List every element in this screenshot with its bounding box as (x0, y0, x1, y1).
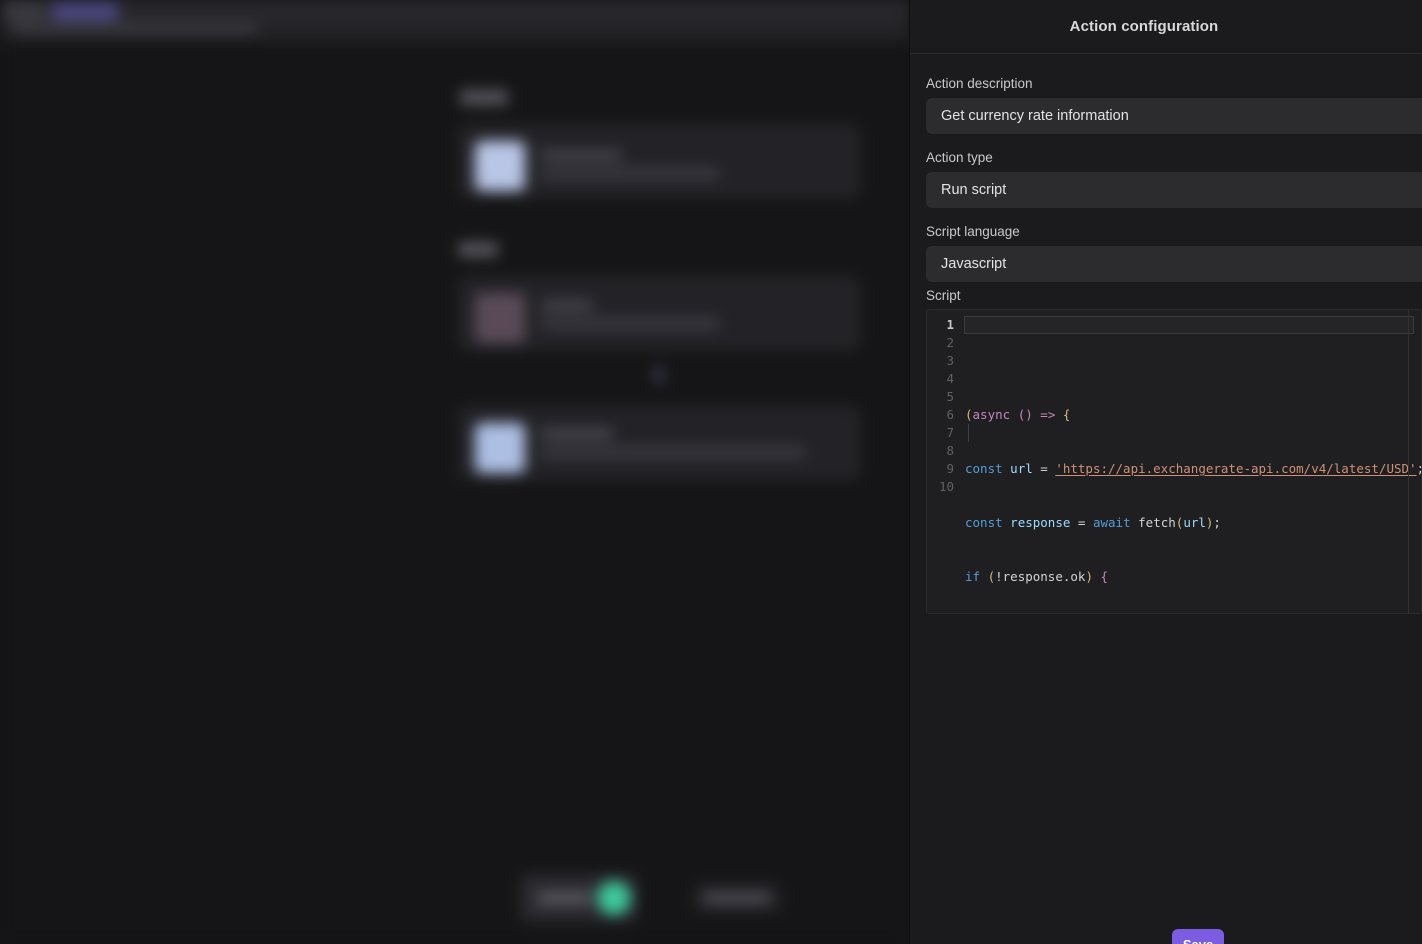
panel-body: Action description Get currency rate inf… (910, 54, 1422, 614)
background-breadcrumb (12, 24, 258, 33)
background-button-label (704, 892, 770, 904)
line-number: 1 (946, 317, 954, 332)
background-section-heading (460, 90, 508, 105)
background-card (458, 124, 860, 198)
action-configuration-panel: Action configuration Action description … (910, 0, 1422, 944)
background-card-icon (475, 141, 525, 191)
script-language-label: Script language (926, 224, 1020, 239)
code-line: const response = await fetch(url); (965, 515, 1221, 530)
app-root: Action configuration Action description … (0, 0, 1422, 944)
line-number: 2 (946, 335, 954, 350)
background-card (458, 276, 860, 350)
line-number: 5 (946, 389, 954, 404)
background-connector (654, 366, 664, 384)
line-number: 6 (946, 407, 954, 422)
background-card-subtitle (541, 447, 805, 458)
background-card-icon (475, 423, 525, 473)
save-button[interactable]: Save (1172, 929, 1224, 944)
background-card-title (541, 429, 613, 439)
background-card-icon (475, 293, 525, 343)
script-language-select[interactable]: Javascript (926, 246, 1422, 282)
background-topbar (0, 0, 910, 42)
script-code-editor[interactable]: 1 2 3 4 5 6 7 8 9 10 (async () => {cons… (926, 309, 1422, 614)
line-number: 7 (946, 425, 954, 440)
action-description-label: Action description (926, 76, 1033, 91)
background-status-dot (597, 881, 631, 915)
blurred-background-app (0, 0, 910, 944)
background-card (458, 406, 860, 480)
line-number: 10 (938, 479, 954, 494)
background-tab-active (52, 2, 118, 21)
line-number: 3 (946, 353, 954, 368)
script-label: Script (926, 288, 961, 303)
code-line: const url = 'https://api.exchangerate-ap… (965, 461, 1421, 476)
editor-line-number-gutter: 1 2 3 4 5 6 7 8 9 10 (927, 316, 961, 613)
panel-header: Action configuration (910, 0, 1422, 54)
code-line: if (!response.ok) { (965, 569, 1109, 584)
editor-code-area[interactable]: (async () => { const url = 'https://api.… (961, 316, 1421, 613)
background-section-heading (458, 242, 498, 257)
background-tab (4, 2, 46, 21)
background-card-title (541, 151, 621, 160)
line-number: 8 (946, 443, 954, 458)
background-card-subtitle (541, 318, 719, 329)
line-number: 9 (946, 461, 954, 476)
code-line: (async () => { (965, 407, 1071, 422)
background-button-label (538, 892, 592, 904)
background-card-subtitle (541, 168, 719, 179)
line-number: 4 (946, 371, 954, 386)
panel-title: Action configuration (1069, 18, 1219, 35)
background-card-title (541, 301, 593, 310)
editor-vertical-scrollbar[interactable] (1408, 310, 1421, 613)
action-type-select[interactable]: Run script (926, 172, 1422, 208)
action-type-label: Action type (926, 150, 993, 165)
action-description-input[interactable]: Get currency rate information (926, 98, 1422, 134)
